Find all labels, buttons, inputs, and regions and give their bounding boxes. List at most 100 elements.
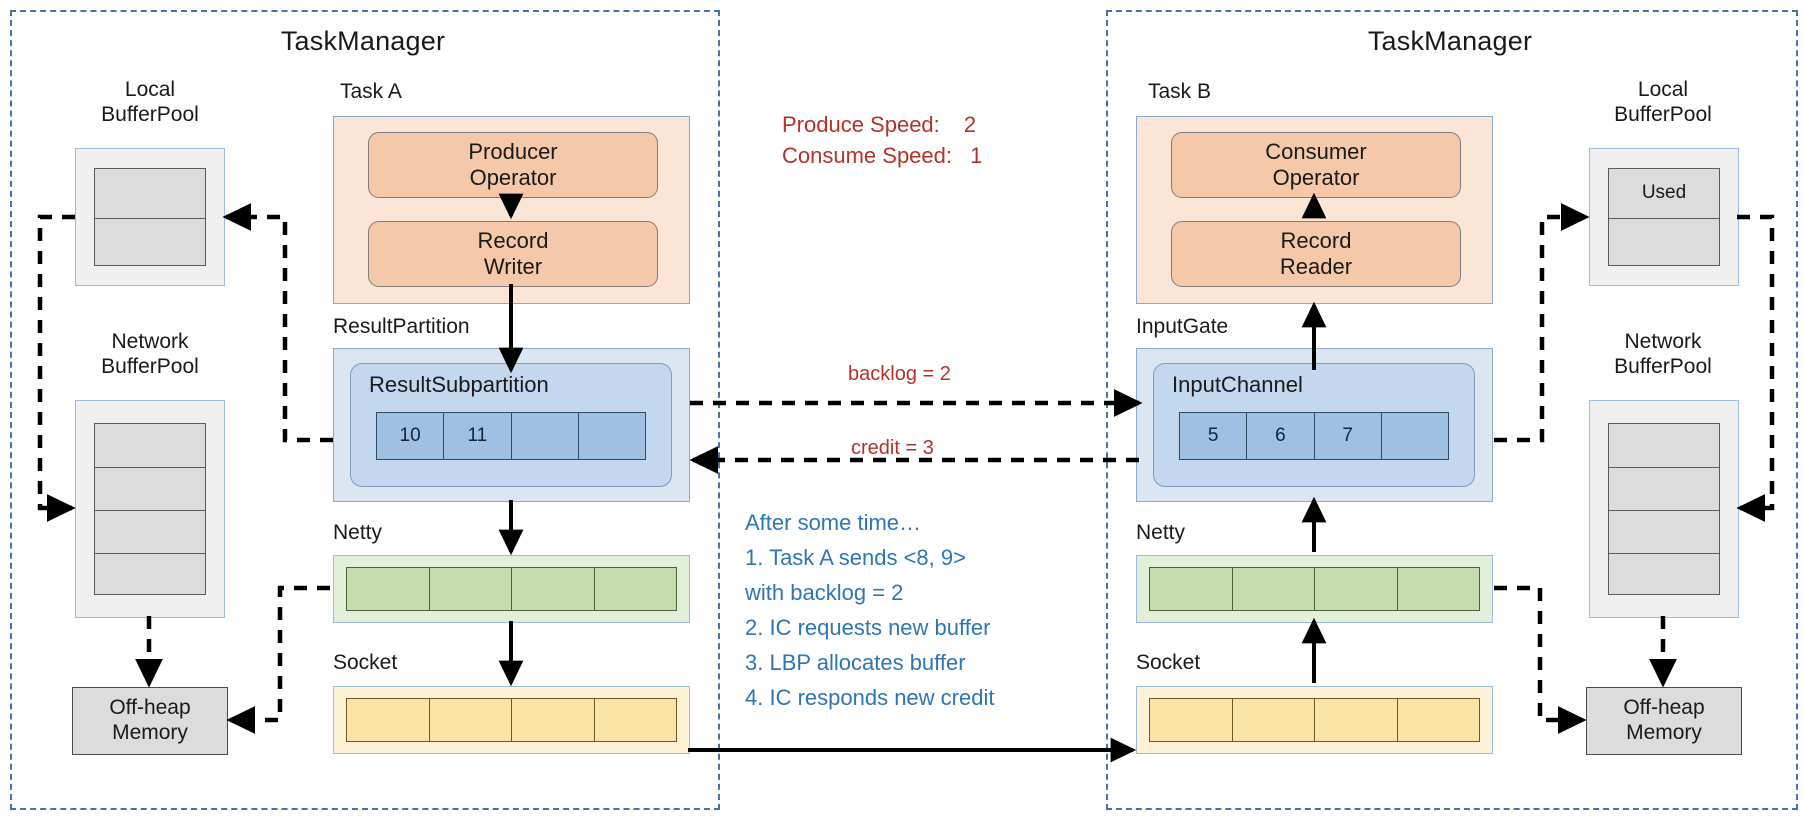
right-np-div1 <box>1609 467 1719 468</box>
backlog-annotation: backlog = 2 <box>848 363 951 385</box>
record-reader-box: Record Reader <box>1171 221 1461 287</box>
right-socket-cell-0 <box>1150 699 1233 741</box>
ic-buffer-2: 7 <box>1314 413 1382 459</box>
right-socket-cells <box>1149 698 1480 742</box>
left-np-div1 <box>95 467 205 468</box>
right-socket-box <box>1136 686 1493 754</box>
task-a-box: Producer Operator Record Writer <box>333 116 690 304</box>
result-partition-box: ResultSubpartition 10 11 <box>333 348 690 502</box>
left-netty-box <box>333 555 690 623</box>
right-netty-caption: Netty <box>1136 521 1186 544</box>
task-b-box: Consumer Operator Record Reader <box>1136 116 1493 304</box>
credit-annotation: credit = 3 <box>851 437 934 459</box>
step-1-line-a: 1. Task A sends <8, 9> <box>745 545 966 570</box>
right-offheap-line2: Memory <box>1626 721 1702 744</box>
result-partition-caption: ResultPartition <box>333 315 470 338</box>
right-offheap-line1: Off-heap <box>1623 696 1705 720</box>
left-local-bufferpool-caption: Local BufferPool <box>55 78 245 128</box>
right-netty-box <box>1136 555 1493 623</box>
input-gate-caption: InputGate <box>1136 315 1229 338</box>
left-local-bufferpool-cells <box>94 168 206 266</box>
left-netty-cell-0 <box>347 568 430 610</box>
left-netty-cells <box>346 567 677 611</box>
step-2: 2. IC requests new buffer <box>745 615 991 640</box>
step-1-line-b: with backlog = 2 <box>745 580 904 605</box>
left-np-div2 <box>95 510 205 511</box>
left-task-caption: Task A <box>340 80 402 103</box>
ic-buffer-1: 6 <box>1247 413 1315 459</box>
right-socket-cell-2 <box>1315 699 1398 741</box>
right-socket-cell-3 <box>1397 699 1479 741</box>
record-writer-line1: Record <box>477 228 549 254</box>
right-local-bufferpool-caption: Local BufferPool <box>1568 78 1758 128</box>
left-socket-cell-0 <box>347 699 430 741</box>
left-local-bufferpool <box>75 148 225 286</box>
right-socket-caption: Socket <box>1136 651 1201 674</box>
produce-speed-value: 2 <box>963 112 977 137</box>
left-np-div3 <box>95 553 205 554</box>
diagram-canvas: TaskManager Local BufferPool Network Buf… <box>0 0 1804 818</box>
producer-operator-line2: Operator <box>469 165 557 190</box>
left-offheap-memory: Off-heap Memory <box>72 687 228 755</box>
right-taskmanager-title: TaskManager <box>1367 26 1533 56</box>
right-offheap-memory: Off-heap Memory <box>1586 687 1742 755</box>
left-local-bufferpool-cell-divider <box>95 218 205 219</box>
rsp-buffer-3 <box>578 413 645 459</box>
right-local-bufferpool-used-label: Used <box>1641 182 1687 203</box>
left-netty-cell-2 <box>512 568 595 610</box>
consume-speed-value: 1 <box>970 143 983 168</box>
producer-operator-line1: Producer <box>468 139 558 165</box>
result-subpartition-box: ResultSubpartition 10 11 <box>350 363 672 487</box>
step-3: 3. LBP allocates buffer <box>745 650 966 675</box>
left-network-bufferpool-caption-line1: Network <box>111 330 189 353</box>
right-local-bufferpool-cell-divider <box>1609 218 1719 219</box>
right-network-bufferpool-caption: Network BufferPool <box>1568 330 1758 380</box>
record-reader-line1: Record <box>1280 228 1352 254</box>
result-subpartition-buffers: 10 11 <box>376 412 646 460</box>
step-4: 4. IC responds new credit <box>745 685 995 710</box>
right-local-bufferpool-cells: Used <box>1608 168 1720 266</box>
left-socket-cell-3 <box>594 699 676 741</box>
right-np-div3 <box>1609 553 1719 554</box>
right-socket-cell-1 <box>1232 699 1315 741</box>
input-gate-box: InputChannel 5 6 7 <box>1136 348 1493 502</box>
left-local-bufferpool-caption-line1: Local <box>124 78 176 101</box>
left-netty-cell-1 <box>429 568 512 610</box>
right-np-div2 <box>1609 510 1719 511</box>
record-reader-line2: Reader <box>1279 254 1353 279</box>
right-netty-cell-3 <box>1397 568 1479 610</box>
right-network-bufferpool-caption-line2: BufferPool <box>1614 354 1712 378</box>
input-channel-label: InputChannel <box>1172 372 1303 397</box>
produce-speed-annotation: Produce Speed: 2 <box>782 110 976 139</box>
input-channel-buffers: 5 6 7 <box>1179 412 1449 460</box>
left-netty-caption: Netty <box>333 521 383 544</box>
left-socket-caption: Socket <box>333 651 398 674</box>
left-netty-cell-3 <box>594 568 676 610</box>
ic-buffer-0: 5 <box>1180 413 1248 459</box>
left-socket-cell-2 <box>512 699 595 741</box>
consume-speed-label: Consume Speed: <box>782 143 952 168</box>
input-channel-box: InputChannel 5 6 7 <box>1153 363 1475 487</box>
right-local-bufferpool-caption-line1: Local <box>1637 78 1689 101</box>
right-network-bufferpool <box>1589 400 1739 618</box>
ic-buffer-3 <box>1381 413 1448 459</box>
consumer-operator-line2: Operator <box>1272 165 1360 190</box>
left-network-bufferpool-caption-line2: BufferPool <box>101 354 199 378</box>
consumer-operator-box: Consumer Operator <box>1171 132 1461 198</box>
left-network-bufferpool <box>75 400 225 618</box>
producer-operator-box: Producer Operator <box>368 132 658 198</box>
result-subpartition-label: ResultSubpartition <box>369 372 549 397</box>
left-local-bufferpool-caption-line2: BufferPool <box>101 102 199 126</box>
right-netty-cell-0 <box>1150 568 1233 610</box>
left-socket-cell-1 <box>429 699 512 741</box>
record-writer-box: Record Writer <box>368 221 658 287</box>
consumer-operator-line1: Consumer <box>1265 139 1367 165</box>
left-socket-box <box>333 686 690 754</box>
left-network-bufferpool-caption: Network BufferPool <box>55 330 245 380</box>
steps-header: After some time… <box>745 510 922 535</box>
right-task-caption: Task B <box>1148 80 1212 103</box>
left-offheap-line1: Off-heap <box>109 696 191 720</box>
record-writer-line2: Writer <box>483 254 543 279</box>
rsp-buffer-2 <box>511 413 579 459</box>
rsp-buffer-0: 10 <box>377 413 445 459</box>
